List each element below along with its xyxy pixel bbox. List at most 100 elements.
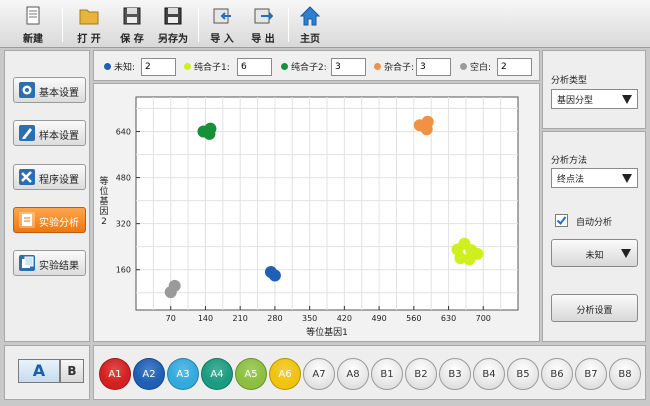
- nav-basic-settings[interactable]: 基本设置: [13, 77, 86, 103]
- new-document-icon: [26, 6, 40, 25]
- plate-toggle-panel: A B: [4, 345, 90, 400]
- floppy-disk-icon: [123, 7, 141, 25]
- left-nav-panel: 基本设置 样本设置 程序设置 实验分析 实验结果: [4, 50, 90, 342]
- nav-program-settings[interactable]: 程序设置: [13, 164, 86, 190]
- plate-a-button[interactable]: A: [18, 359, 60, 383]
- gear-icon: [19, 82, 35, 98]
- x-tick-label: 210: [233, 314, 248, 323]
- analysis-method-select[interactable]: 终点法: [551, 168, 638, 188]
- auto-analysis-label: 自动分析: [576, 218, 613, 228]
- analysis-method-panel: 分析方法 终点法 自动分析 未知 分析设置: [542, 131, 646, 342]
- legend-homozygote1-label: 纯合子1:: [194, 63, 230, 73]
- data-point: [204, 122, 217, 135]
- well-a7[interactable]: A7: [303, 358, 335, 390]
- legend-homozygote2-label: 纯合子2:: [291, 63, 327, 73]
- home-icon: [300, 6, 320, 26]
- analysis-type-value: 基因分型: [557, 96, 594, 106]
- analysis-settings-button[interactable]: 分析设置: [551, 294, 638, 322]
- plate-b-button[interactable]: B: [60, 359, 84, 383]
- well-a4[interactable]: A4: [201, 358, 233, 390]
- well-a8[interactable]: A8: [337, 358, 369, 390]
- results-icon: [19, 255, 35, 271]
- save-as-icon: [164, 7, 182, 25]
- open-button[interactable]: 打 开: [70, 3, 108, 45]
- well-b2[interactable]: B2: [405, 358, 437, 390]
- y-tick-label: 160: [116, 266, 131, 275]
- data-point: [463, 253, 476, 266]
- analysis-settings-label: 分析设置: [576, 306, 613, 316]
- well-b4[interactable]: B4: [473, 358, 505, 390]
- x-axis-title: 等位基因1: [306, 326, 348, 338]
- toolbar-separator: [198, 8, 199, 42]
- x-tick-label: 140: [198, 314, 213, 323]
- y-tick-label: 320: [116, 220, 131, 229]
- well-b7[interactable]: B7: [575, 358, 607, 390]
- x-tick-label: 280: [267, 314, 282, 323]
- nav-sample-settings[interactable]: 样本设置: [13, 120, 86, 146]
- data-point: [268, 269, 281, 282]
- chevron-down-icon: [622, 95, 632, 104]
- new-label: 新建: [23, 34, 43, 45]
- legend-blank-dot: [460, 63, 467, 70]
- well-b8[interactable]: B8: [609, 358, 641, 390]
- legend-unknown-dot: [104, 63, 111, 70]
- legend-homozygote1-count[interactable]: [237, 58, 272, 76]
- y-tick-label: 640: [116, 128, 131, 137]
- export-icon: [254, 8, 273, 24]
- nav-experiment-analysis[interactable]: 实验分析: [13, 207, 86, 233]
- legend-heterozygote-count[interactable]: [416, 58, 451, 76]
- x-tick-label: 70: [166, 314, 176, 323]
- legend-homozygote1-dot: [184, 63, 191, 70]
- legend-heterozygote-label: 杂合子:: [384, 63, 415, 73]
- save-as-button[interactable]: 另存为: [154, 3, 192, 45]
- export-button[interactable]: 导 出: [244, 3, 282, 45]
- well-b6[interactable]: B6: [541, 358, 573, 390]
- legend-blank-count[interactable]: [497, 58, 532, 76]
- well-a2[interactable]: A2: [133, 358, 165, 390]
- chevron-down-icon: [621, 249, 631, 258]
- home-button[interactable]: 主页: [291, 3, 329, 45]
- data-point: [421, 115, 434, 128]
- legend-blank-label: 空白:: [470, 63, 492, 73]
- toolbar-separator: [62, 8, 63, 42]
- legend-homozygote2-count[interactable]: [331, 58, 366, 76]
- import-label: 导 入: [210, 34, 234, 45]
- genotype-filter-select[interactable]: 未知: [551, 239, 638, 267]
- well-a6[interactable]: A6: [269, 358, 301, 390]
- export-label: 导 出: [251, 34, 275, 45]
- toolbar: 新建 打 开 保 存 另存为 导 入 导 出 主页: [0, 0, 650, 48]
- chart-panel: 70 140 210 280 350 420 490 560 630 700 160 320 480 64…: [93, 83, 540, 342]
- well-a5[interactable]: A5: [235, 358, 267, 390]
- y-axis-title: 等位基因 2: [99, 175, 108, 227]
- chevron-down-icon: [622, 174, 632, 183]
- legend-homozygote2-dot: [281, 63, 288, 70]
- x-tick-label: 560: [406, 314, 421, 323]
- well-b3[interactable]: B3: [439, 358, 471, 390]
- nav-basic-settings-label: 基本设置: [39, 88, 79, 99]
- nav-experiment-results[interactable]: 实验结果: [13, 250, 86, 276]
- folder-icon: [79, 9, 99, 25]
- analysis-method-value: 终点法: [557, 175, 585, 185]
- genotype-legend-bar: 未知: 纯合子1: 纯合子2: 杂合子: 空白:: [93, 50, 540, 81]
- well-a1[interactable]: A1: [99, 358, 131, 390]
- save-as-label: 另存为: [158, 34, 188, 45]
- scatter-chart[interactable]: 70 140 210 280 350 420 490 560 630 700 160 320 480 64…: [94, 84, 539, 341]
- x-tick-label: 700: [476, 314, 491, 323]
- legend-unknown-count[interactable]: [141, 58, 176, 76]
- save-label: 保 存: [120, 34, 144, 45]
- nav-experiment-analysis-label: 实验分析: [39, 218, 79, 229]
- well-b1[interactable]: B1: [371, 358, 403, 390]
- legend-unknown-label: 未知:: [114, 63, 136, 73]
- auto-analysis-checkbox[interactable]: [555, 214, 568, 227]
- y-tick-label: 480: [116, 174, 131, 183]
- import-button[interactable]: 导 入: [203, 3, 241, 45]
- well-b5[interactable]: B5: [507, 358, 539, 390]
- save-button[interactable]: 保 存: [113, 3, 151, 45]
- x-tick-label: 420: [337, 314, 352, 323]
- analysis-method-title: 分析方法: [551, 156, 588, 166]
- analysis-type-select[interactable]: 基因分型: [551, 89, 638, 109]
- well-a3[interactable]: A3: [167, 358, 199, 390]
- import-icon: [213, 8, 231, 24]
- nav-experiment-results-label: 实验结果: [39, 261, 79, 272]
- new-button[interactable]: 新建: [14, 3, 52, 45]
